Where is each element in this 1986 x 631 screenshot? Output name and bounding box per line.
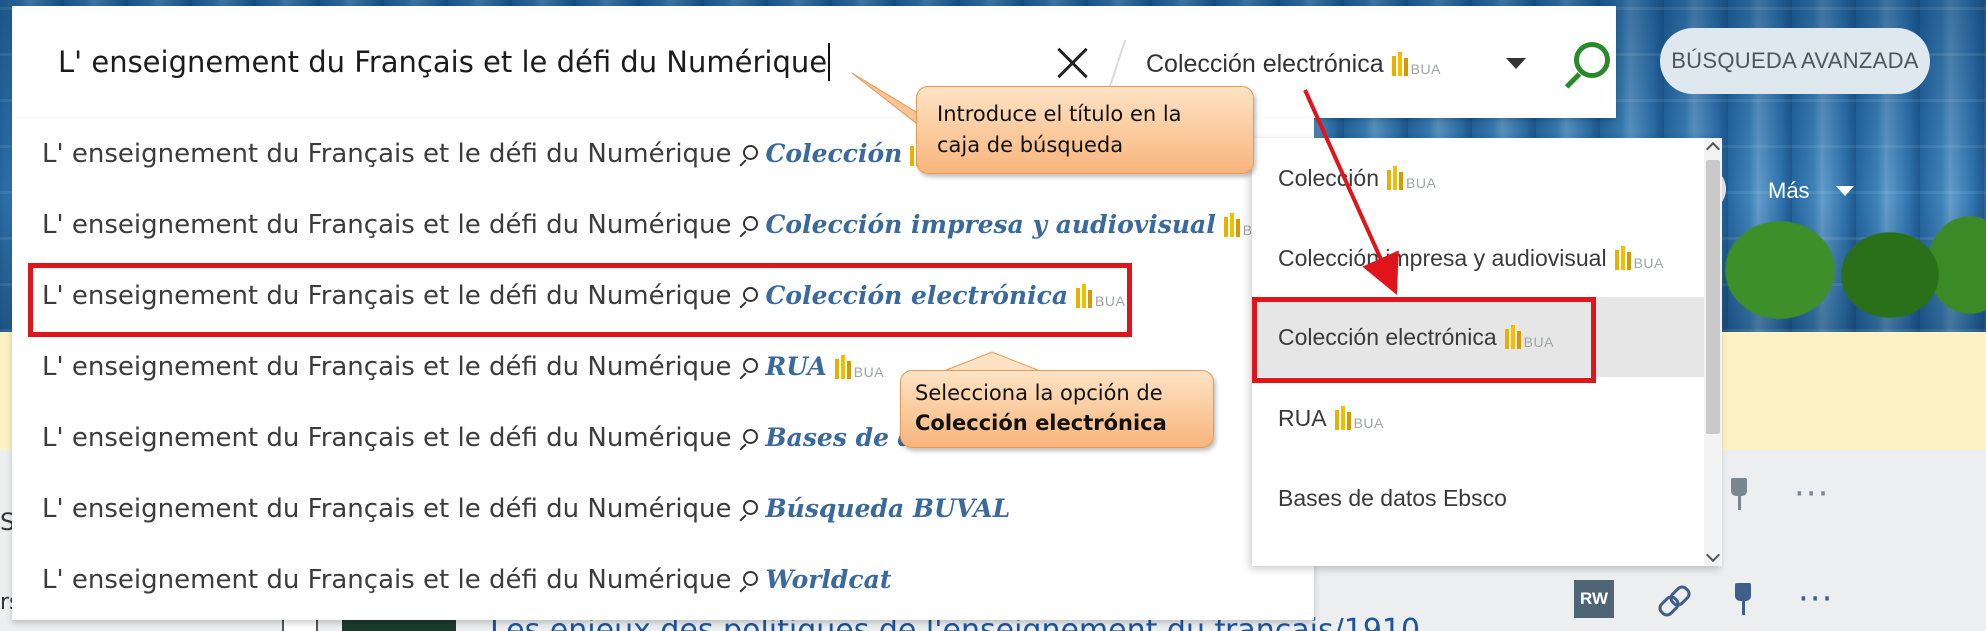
suggestion-scope: RUA [765, 352, 827, 381]
magnifier-icon [738, 499, 760, 522]
scope-option-label: Bases de datos Ebsco [1278, 484, 1507, 511]
result-actions: RW ··· [1574, 580, 1833, 618]
close-icon[interactable] [1056, 46, 1090, 80]
library-logo: BUA [1387, 166, 1436, 190]
search-input[interactable]: L' enseignement du Français et le défi d… [58, 30, 1058, 94]
scope-option[interactable]: Colección impresa y audiovisual BUA [1252, 218, 1704, 298]
more-icon[interactable]: ··· [1794, 477, 1829, 511]
scope-option[interactable]: RUA BUA [1252, 378, 1704, 458]
library-logo: BUA [1614, 246, 1664, 270]
scope-option[interactable]: Colección BUA [1252, 138, 1704, 218]
suggestion-item[interactable]: L' enseignement du Français et le défi d… [12, 544, 1314, 615]
search-bar-divider [1107, 40, 1127, 90]
suggestion-text: L' enseignement du Français et le défi d… [42, 422, 732, 453]
magnifier-icon [738, 570, 760, 593]
library-logo: BUA [1391, 52, 1441, 76]
search-input-value: L' enseignement du Français et le défi d… [58, 45, 828, 79]
suggestion-scope: Colección impresa y audiovisual [765, 210, 1216, 239]
scope-option-label: Colección impresa y audiovisual [1278, 244, 1607, 271]
search-bar: L' enseignement du Français et le défi d… [12, 6, 1616, 118]
scrollbar-thumb[interactable] [1706, 160, 1720, 434]
scope-select[interactable]: Colección electrónica BUA [1146, 36, 1441, 92]
suggestion-scope: Colección [765, 139, 903, 168]
advanced-search-button[interactable]: BÚSQUEDA AVANZADA [1660, 28, 1930, 94]
pin-icon[interactable] [1728, 478, 1750, 510]
suggestion-item[interactable]: L' enseignement du Français et le défi d… [12, 189, 1314, 260]
library-logo: BUA [834, 354, 884, 379]
scope-select-value: Colección electrónica [1146, 49, 1384, 78]
more-icon[interactable]: ··· [1798, 582, 1833, 616]
callout-scope-line2: Colección electrónica [915, 411, 1167, 435]
suggestion-text: L' enseignement du Français et le défi d… [42, 138, 732, 169]
suggestion-text: L' enseignement du Français et le défi d… [42, 564, 732, 595]
scope-option-label: Colección [1278, 164, 1379, 191]
link-icon[interactable] [1658, 584, 1688, 614]
highlight-box-scope-option [1252, 297, 1596, 383]
search-icon[interactable] [1562, 40, 1610, 92]
callout-title-line2: caja de búsqueda [937, 133, 1124, 157]
refworks-button[interactable]: RW [1574, 580, 1614, 618]
suggestion-scope: Búsqueda BUVAL [765, 494, 1011, 523]
highlight-box-suggestion [28, 263, 1132, 337]
callout-scope-line1: Selecciona la opción de [915, 381, 1163, 405]
magnifier-icon [738, 215, 760, 238]
callout-scope-instruction: Selecciona la opción de Colección electr… [900, 370, 1214, 448]
magnifier-icon [738, 428, 760, 451]
scope-option-label: RUA [1278, 404, 1327, 431]
suggestion-scope: Worldcat [765, 565, 892, 594]
chevron-up-icon[interactable] [1705, 141, 1721, 157]
chevron-down-icon [1835, 186, 1854, 196]
dropdown-scrollbar[interactable] [1704, 138, 1722, 566]
suggestion-text: L' enseignement du Français et le défi d… [42, 209, 732, 240]
result-actions-top: ··· [1728, 477, 1829, 511]
library-logo: BUA [1334, 406, 1384, 430]
suggestion-item[interactable]: L' enseignement du Français et le défi d… [12, 473, 1314, 544]
magnifier-icon [738, 357, 760, 380]
scope-option[interactable]: Bases de datos Ebsco [1252, 458, 1704, 538]
chevron-down-icon[interactable] [1705, 547, 1721, 563]
nav-more-menu[interactable]: Más [1768, 178, 1854, 204]
search-suggestions: L' enseignement du Français et le défi d… [12, 118, 1314, 620]
nav-more-label: Más [1768, 178, 1810, 203]
suggestion-text: L' enseignement du Français et le défi d… [42, 351, 732, 382]
magnifier-icon [738, 144, 760, 167]
text-caret [828, 43, 831, 81]
callout-title-instruction: Introduce el título en la caja de búsque… [916, 86, 1254, 174]
chevron-down-icon[interactable] [1506, 58, 1526, 69]
callout-title-line1: Introduce el título en la [937, 102, 1182, 126]
pin-icon[interactable] [1732, 583, 1754, 615]
suggestion-text: L' enseignement du Français et le défi d… [42, 493, 732, 524]
